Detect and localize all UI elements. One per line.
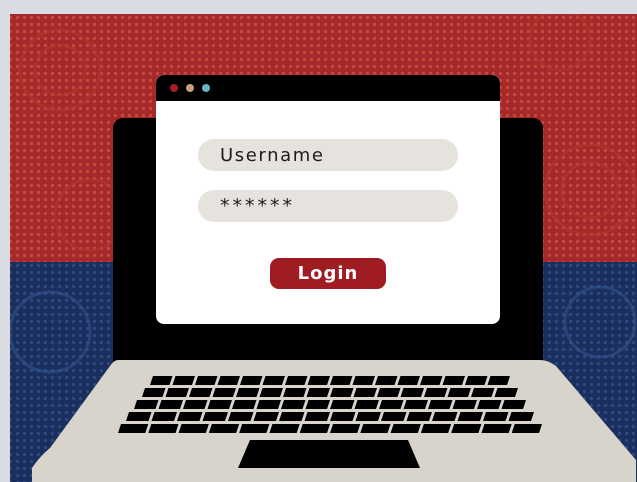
window-close-dot-icon[interactable] bbox=[170, 84, 178, 92]
keyboard-key bbox=[511, 424, 542, 433]
keyboard-key bbox=[239, 424, 270, 433]
keyboard-key bbox=[165, 388, 189, 397]
password-mask: ****** bbox=[220, 195, 295, 217]
keyboard-key bbox=[330, 424, 361, 433]
keyboard-key bbox=[126, 412, 152, 421]
keyboard-key bbox=[236, 388, 260, 397]
keyboard-key bbox=[397, 376, 420, 385]
keyboard-key bbox=[451, 424, 482, 433]
password-field[interactable]: ****** bbox=[198, 190, 458, 222]
keyboard-key bbox=[487, 376, 510, 385]
keyboard-key bbox=[307, 376, 330, 385]
login-window: Username ****** Login bbox=[156, 75, 500, 324]
keyboard-key bbox=[279, 412, 305, 421]
keyboard-key bbox=[355, 412, 381, 421]
keyboard-key bbox=[240, 376, 263, 385]
window-maximize-dot-icon[interactable] bbox=[202, 84, 210, 92]
keyboard-key bbox=[483, 412, 509, 421]
keyboard-key bbox=[283, 388, 307, 397]
trackpad-icon bbox=[238, 440, 420, 468]
keyboard-key bbox=[494, 388, 518, 397]
keyboard-key bbox=[256, 400, 281, 409]
keyboard-key bbox=[262, 376, 285, 385]
keyboard-key bbox=[178, 424, 209, 433]
keyboard-key bbox=[232, 400, 257, 409]
keyboard-key bbox=[208, 424, 240, 433]
keyboard-key bbox=[118, 424, 149, 433]
username-placeholder: Username bbox=[220, 144, 325, 166]
keyboard-key bbox=[428, 400, 453, 409]
keyboard-key bbox=[457, 412, 483, 421]
keyboard-key bbox=[285, 376, 308, 385]
laptop-login-illustration: Username ****** Login bbox=[0, 0, 637, 482]
keyboard-key bbox=[189, 388, 213, 397]
keyboard-key bbox=[183, 400, 208, 409]
keyboard-key bbox=[390, 424, 421, 433]
laptop-base bbox=[32, 360, 636, 482]
keyboard-key bbox=[400, 388, 424, 397]
keyboard-key bbox=[207, 400, 232, 409]
keyboard-key bbox=[420, 376, 443, 385]
keyboard-key bbox=[375, 376, 398, 385]
keyboard-key bbox=[442, 376, 465, 385]
keyboard-key bbox=[330, 412, 356, 421]
keyboard-key bbox=[508, 412, 534, 421]
keyboard-key bbox=[352, 376, 375, 385]
keyboard-key bbox=[253, 412, 279, 421]
window-minimize-dot-icon[interactable] bbox=[186, 84, 194, 92]
keyboard-key bbox=[353, 388, 377, 397]
keyboard-key bbox=[377, 388, 401, 397]
keyboard-key bbox=[269, 424, 300, 433]
keyboard-key bbox=[217, 376, 240, 385]
keyboard-key bbox=[281, 400, 306, 409]
keyboard-key bbox=[420, 424, 452, 433]
keyboard-key bbox=[134, 400, 159, 409]
login-button[interactable]: Login bbox=[270, 258, 386, 289]
keyboard-key bbox=[150, 376, 173, 385]
keyboard-key bbox=[259, 388, 283, 397]
keyboard-key bbox=[228, 412, 254, 421]
keyboard-key bbox=[481, 424, 512, 433]
keyboard-key bbox=[452, 400, 477, 409]
keyboard-key bbox=[305, 400, 330, 409]
keyboard-key bbox=[330, 400, 355, 409]
keyboard-key bbox=[202, 412, 228, 421]
keyboard-key bbox=[142, 388, 166, 397]
keyboard-key bbox=[304, 412, 330, 421]
keyboard-key bbox=[381, 412, 407, 421]
keyboard-key bbox=[406, 412, 432, 421]
keyboard-key bbox=[212, 388, 236, 397]
keyboard-key bbox=[330, 388, 354, 397]
keyboard-key bbox=[330, 376, 353, 385]
keyboard-key bbox=[360, 424, 391, 433]
keyboard-key bbox=[151, 412, 177, 421]
keyboard-key bbox=[158, 400, 183, 409]
keyboard-key bbox=[447, 388, 471, 397]
username-field[interactable]: Username bbox=[198, 139, 458, 171]
image-border-top bbox=[0, 0, 637, 14]
keyboard-key bbox=[424, 388, 448, 397]
keyboard-key bbox=[195, 376, 218, 385]
keyboard-key bbox=[432, 412, 458, 421]
keyboard-key bbox=[306, 388, 330, 397]
keyboard-key bbox=[177, 412, 203, 421]
keyboard-key bbox=[299, 424, 330, 433]
window-title-bar bbox=[156, 75, 500, 101]
keyboard-key bbox=[354, 400, 379, 409]
keyboard-key bbox=[465, 376, 488, 385]
keyboard-key bbox=[471, 388, 495, 397]
keyboard-key bbox=[379, 400, 404, 409]
keyboard-key bbox=[477, 400, 502, 409]
keyboard-key bbox=[172, 376, 195, 385]
keyboard-key bbox=[501, 400, 526, 409]
keyboard-key bbox=[148, 424, 179, 433]
keyboard-key bbox=[403, 400, 428, 409]
